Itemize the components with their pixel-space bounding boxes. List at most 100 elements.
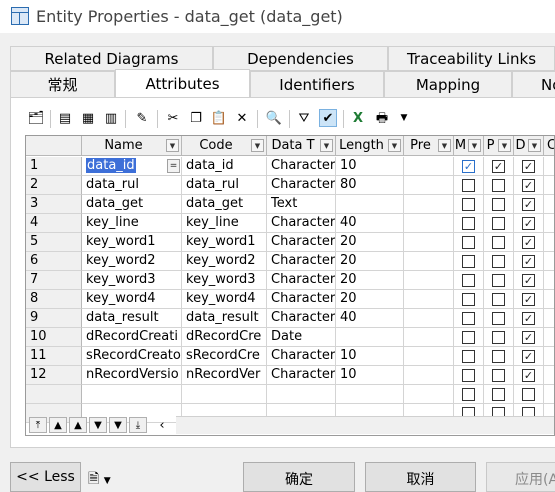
cell-data-type[interactable]: Character — [267, 233, 336, 252]
mandatory-checkbox[interactable]: ✓ — [454, 157, 484, 176]
cell-length[interactable]: 10 — [336, 366, 404, 385]
checkbox[interactable] — [462, 311, 475, 325]
table-row[interactable]: 3 data_get data_get Text ✓ — [26, 195, 554, 214]
primary-checkbox[interactable] — [484, 214, 514, 233]
primary-checkbox[interactable] — [484, 347, 514, 366]
move-page-up-icon[interactable]: ▲ — [49, 417, 67, 433]
chevron-down-icon[interactable]: ▼ — [468, 139, 481, 152]
chevron-down-icon[interactable]: ▼ — [438, 139, 451, 152]
insert-row-icon[interactable]: ▤ — [56, 109, 74, 127]
checkbox[interactable] — [462, 330, 475, 344]
cell-c[interactable] — [544, 271, 554, 290]
move-down-icon[interactable]: ▼ — [89, 417, 107, 433]
cell-data-type[interactable]: Character — [267, 214, 336, 233]
checkbox[interactable]: ✓ — [522, 216, 535, 230]
checkbox[interactable] — [492, 235, 505, 249]
cell-name[interactable]: key_word1 — [82, 233, 182, 252]
filter-icon[interactable]: ⛛ — [295, 109, 313, 127]
primary-checkbox[interactable] — [484, 252, 514, 271]
table-row[interactable]: 12 nRecordVersio nRecordVer Character 10 ✓ — [26, 366, 554, 385]
export-excel-icon[interactable]: X — [349, 109, 367, 127]
primary-checkbox[interactable] — [484, 271, 514, 290]
displayed-checkbox[interactable]: ✓ — [514, 328, 544, 347]
primary-checkbox[interactable] — [484, 290, 514, 309]
checkbox[interactable]: ✓ — [522, 254, 535, 268]
cell-precision[interactable] — [404, 252, 454, 271]
tab-identifiers[interactable]: Identifiers — [250, 71, 384, 98]
checkbox[interactable] — [462, 216, 475, 230]
cell-length[interactable]: 20 — [336, 233, 404, 252]
table-row[interactable]: 11 sRecordCreato sRecordCre Character 10 ✓ — [26, 347, 554, 366]
cell-code[interactable]: key_word4 — [182, 290, 267, 309]
cell-precision[interactable] — [404, 366, 454, 385]
checkbox[interactable] — [462, 273, 475, 287]
cell-data-type[interactable]: Character — [267, 176, 336, 195]
cell-c[interactable] — [544, 309, 554, 328]
tab-related-diagrams[interactable]: Related Diagrams — [10, 46, 213, 71]
cell-length[interactable]: 20 — [336, 271, 404, 290]
mandatory-checkbox[interactable] — [454, 195, 484, 214]
displayed-checkbox[interactable]: ✓ — [514, 176, 544, 195]
checkbox[interactable] — [492, 387, 505, 401]
cell-data-type[interactable]: Character — [267, 252, 336, 271]
properties-icon[interactable]: 🗂 — [27, 109, 45, 127]
horizontal-scrollbar[interactable] — [176, 416, 554, 434]
cell-data-type[interactable]: Character — [267, 157, 336, 176]
checkbox[interactable] — [492, 197, 505, 211]
cell-c[interactable] — [544, 252, 554, 271]
mandatory-checkbox[interactable] — [454, 233, 484, 252]
chevron-down-icon[interactable]: ▼ — [528, 139, 541, 152]
checkbox[interactable] — [462, 235, 475, 249]
cell-precision[interactable] — [404, 328, 454, 347]
column-header-length[interactable]: Length ▼ — [336, 136, 404, 156]
cell-c[interactable] — [544, 347, 554, 366]
checkbox[interactable]: ✓ — [522, 292, 535, 306]
move-top-icon[interactable]: ⤒ — [29, 417, 47, 433]
table-row[interactable]: 8 key_word4 key_word4 Character 20 ✓ — [26, 290, 554, 309]
checkbox[interactable] — [462, 197, 475, 211]
cell-length[interactable]: 20 — [336, 290, 404, 309]
cell-c[interactable] — [544, 157, 554, 176]
cell-name[interactable]: sRecordCreato — [82, 347, 182, 366]
primary-checkbox[interactable] — [484, 385, 514, 404]
cell-data-type[interactable]: Character — [267, 366, 336, 385]
delete-icon[interactable]: ✕ — [233, 109, 251, 127]
displayed-checkbox[interactable]: ✓ — [514, 252, 544, 271]
cell-name[interactable]: key_word4 — [82, 290, 182, 309]
checkbox[interactable]: ✓ — [522, 197, 535, 211]
checkbox[interactable]: ✓ — [522, 368, 535, 382]
primary-checkbox[interactable] — [484, 366, 514, 385]
cell-precision[interactable] — [404, 176, 454, 195]
primary-checkbox[interactable] — [484, 195, 514, 214]
checkbox[interactable] — [462, 349, 475, 363]
cell-name[interactable]: key_line — [82, 214, 182, 233]
cell-precision[interactable] — [404, 271, 454, 290]
paste-icon[interactable]: 📋 — [210, 109, 228, 127]
cell-code[interactable]: data_get — [182, 195, 267, 214]
cell-precision[interactable] — [404, 347, 454, 366]
cell-c[interactable] — [544, 328, 554, 347]
cell-data-type[interactable]: Character — [267, 271, 336, 290]
ok-button[interactable]: 确定 — [243, 462, 355, 492]
displayed-checkbox[interactable]: ✓ — [514, 290, 544, 309]
cell-code[interactable]: key_word1 — [182, 233, 267, 252]
mandatory-checkbox[interactable] — [454, 328, 484, 347]
cell-length[interactable] — [336, 195, 404, 214]
checkbox[interactable]: ✓ — [522, 349, 535, 363]
primary-checkbox[interactable]: ✓ — [484, 157, 514, 176]
cell-c[interactable] — [544, 366, 554, 385]
displayed-checkbox[interactable]: ✓ — [514, 347, 544, 366]
checkbox[interactable] — [462, 387, 475, 401]
column-header-name[interactable]: Name ▼ — [82, 136, 182, 156]
tab-more[interactable]: No — [512, 71, 555, 98]
scroll-left-icon[interactable]: ‹ — [153, 417, 171, 433]
checkbox[interactable] — [462, 254, 475, 268]
cell-data-type[interactable]: Character — [267, 309, 336, 328]
cell-precision[interactable] — [404, 385, 454, 404]
mandatory-checkbox[interactable] — [454, 176, 484, 195]
displayed-checkbox[interactable]: ✓ — [514, 195, 544, 214]
table-row[interactable]: 7 key_word3 key_word3 Character 20 ✓ — [26, 271, 554, 290]
primary-checkbox[interactable] — [484, 309, 514, 328]
checkbox[interactable] — [492, 178, 505, 192]
checkbox[interactable] — [462, 368, 475, 382]
